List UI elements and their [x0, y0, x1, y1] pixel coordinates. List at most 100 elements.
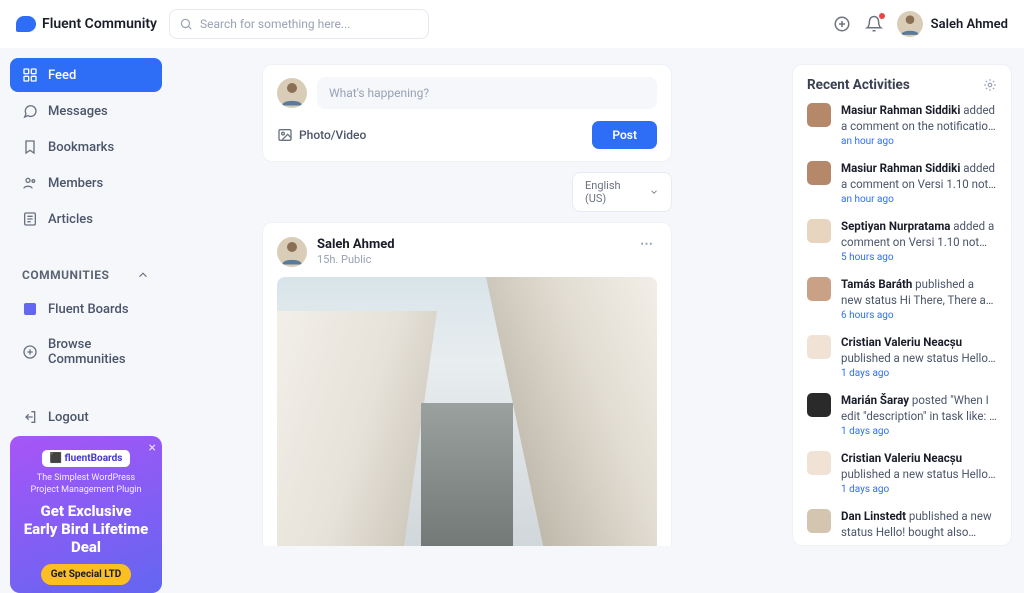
notifications-icon[interactable] — [865, 15, 883, 33]
activity-list: Masiur Rahman Siddiki added a comment on… — [793, 103, 1011, 545]
activity-time: an hour ago — [841, 194, 997, 205]
activity-text: Cristian Valeriu Neacșu published a new … — [841, 335, 997, 366]
sidebar-label: Feed — [48, 68, 76, 83]
avatar — [807, 451, 831, 475]
activity-text: Masiur Rahman Siddiki added a comment on… — [841, 103, 997, 134]
activity-text: Cristian Valeriu Neacșu published a new … — [841, 451, 997, 482]
right-column: Recent Activities Masiur Rahman Siddiki … — [792, 48, 1024, 546]
chevron-up-icon — [136, 268, 150, 282]
brand-icon — [16, 16, 36, 32]
chevron-down-icon — [649, 186, 659, 198]
messages-icon — [22, 103, 38, 119]
sidebar-item-bookmarks[interactable]: Bookmarks — [10, 130, 162, 164]
activity-time: 1 days ago — [841, 426, 997, 437]
recent-activities-panel: Recent Activities Masiur Rahman Siddiki … — [792, 64, 1012, 546]
topbar: Fluent Community Saleh Ahmed — [0, 0, 1024, 48]
activity-item[interactable]: Masiur Rahman Siddiki added a comment on… — [807, 161, 997, 205]
members-icon — [22, 175, 38, 191]
promo-cta-button[interactable]: Get Special LTD — [41, 564, 132, 585]
brand-text: Fluent Community — [42, 16, 157, 32]
sidebar-label: Fluent Boards — [48, 302, 129, 317]
activity-item[interactable]: Cristian Valeriu Neacșu published a new … — [807, 335, 997, 379]
activity-text: Tamás Baráth published a new status Hi T… — [841, 277, 997, 308]
post-meta: 15h. Public — [317, 253, 626, 266]
sidebar-item-messages[interactable]: Messages — [10, 94, 162, 128]
avatar — [807, 103, 831, 127]
language-label: English (US) — [585, 179, 635, 205]
sidebar-label: Logout — [48, 410, 89, 425]
promo-title: Get Exclusive Early Bird Lifetime Deal — [22, 502, 150, 556]
sidebar-item-logout[interactable]: Logout — [10, 400, 162, 434]
notification-dot — [879, 13, 885, 19]
logout-icon — [22, 409, 38, 425]
top-icons: Saleh Ahmed — [833, 11, 1008, 37]
composer-input[interactable] — [317, 77, 657, 109]
create-icon[interactable] — [833, 15, 851, 33]
post-button[interactable]: Post — [592, 121, 657, 149]
sidebar-label: Members — [48, 176, 103, 191]
image-icon — [277, 127, 293, 143]
media-label: Photo/Video — [299, 128, 366, 142]
avatar[interactable] — [277, 237, 307, 267]
language-selector[interactable]: English (US) — [572, 172, 672, 212]
post-author[interactable]: Saleh Ahmed — [317, 237, 626, 252]
sidebar-item-members[interactable]: Members — [10, 166, 162, 200]
avatar — [897, 11, 923, 37]
avatar — [807, 335, 831, 359]
user-chip[interactable]: Saleh Ahmed — [897, 11, 1008, 37]
activity-text: Marián Šaray posted "When I edit "descri… — [841, 393, 997, 424]
activity-item[interactable]: Dan Linstedt published a new status Hell… — [807, 509, 997, 542]
brand[interactable]: Fluent Community — [16, 16, 157, 32]
search-input[interactable] — [169, 9, 429, 39]
sidebar-label: Articles — [48, 212, 93, 227]
activity-item[interactable]: Septiyan Nurpratama added a comment on V… — [807, 219, 997, 263]
activity-item[interactable]: Cristian Valeriu Neacșu published a new … — [807, 451, 997, 495]
avatar — [807, 161, 831, 185]
activity-text: Masiur Rahman Siddiki added a comment on… — [841, 161, 997, 192]
main-feed: Photo/Video Post English (US) Saleh Ahme… — [172, 48, 792, 546]
avatar — [277, 78, 307, 108]
plus-circle-icon — [22, 344, 38, 360]
activity-text: Dan Linstedt published a new status Hell… — [841, 509, 997, 540]
sidebar-item-feed[interactable]: Feed — [10, 58, 162, 92]
activity-time: 1 days ago — [841, 368, 997, 379]
feed-icon — [22, 67, 38, 83]
sidebar: Feed Messages Bookmarks Members Articles… — [0, 48, 172, 546]
sidebar-label: Browse Communities — [48, 337, 150, 367]
articles-icon — [22, 211, 38, 227]
sidebar-item-browse-communities[interactable]: Browse Communities — [10, 328, 162, 376]
sidebar-item-articles[interactable]: Articles — [10, 202, 162, 236]
activity-time: 1 days ago — [841, 484, 997, 495]
sidebar-label: Messages — [48, 104, 108, 119]
post-card: Saleh Ahmed 15h. Public ⋯ — [262, 222, 672, 546]
activity-time: 6 hours ago — [841, 310, 997, 321]
avatar — [807, 393, 831, 417]
search-icon — [179, 17, 193, 31]
avatar — [807, 277, 831, 301]
promo-card: × ⬛ fluentBoards The Simplest WordPress … — [10, 436, 162, 593]
post-image[interactable] — [277, 277, 657, 546]
post-menu-button[interactable]: ⋯ — [636, 237, 657, 252]
bookmark-icon — [22, 139, 38, 155]
sidebar-label: Bookmarks — [48, 140, 114, 155]
activity-item[interactable]: Tamás Baráth published a new status Hi T… — [807, 277, 997, 321]
promo-badge: ⬛ fluentBoards — [42, 450, 131, 467]
boards-icon — [22, 301, 38, 317]
activity-time: 5 hours ago — [841, 252, 997, 263]
avatar — [807, 219, 831, 243]
close-icon[interactable]: × — [149, 440, 156, 456]
search-wrap — [169, 9, 429, 39]
activity-text: Septiyan Nurpratama added a comment on V… — [841, 219, 997, 250]
activity-item[interactable]: Masiur Rahman Siddiki added a comment on… — [807, 103, 997, 147]
sidebar-item-fluent-boards[interactable]: Fluent Boards — [10, 292, 162, 326]
user-name-label: Saleh Ahmed — [931, 17, 1008, 32]
gear-icon[interactable] — [983, 78, 997, 92]
communities-header[interactable]: COMMUNITIES — [10, 260, 162, 290]
section-title: COMMUNITIES — [22, 268, 109, 282]
avatar — [807, 509, 831, 533]
activity-item[interactable]: Marián Šaray posted "When I edit "descri… — [807, 393, 997, 437]
panel-title: Recent Activities — [807, 77, 910, 93]
promo-sub: The Simplest WordPress Project Managemen… — [22, 473, 150, 496]
composer: Photo/Video Post — [262, 64, 672, 162]
photo-video-button[interactable]: Photo/Video — [277, 127, 366, 143]
